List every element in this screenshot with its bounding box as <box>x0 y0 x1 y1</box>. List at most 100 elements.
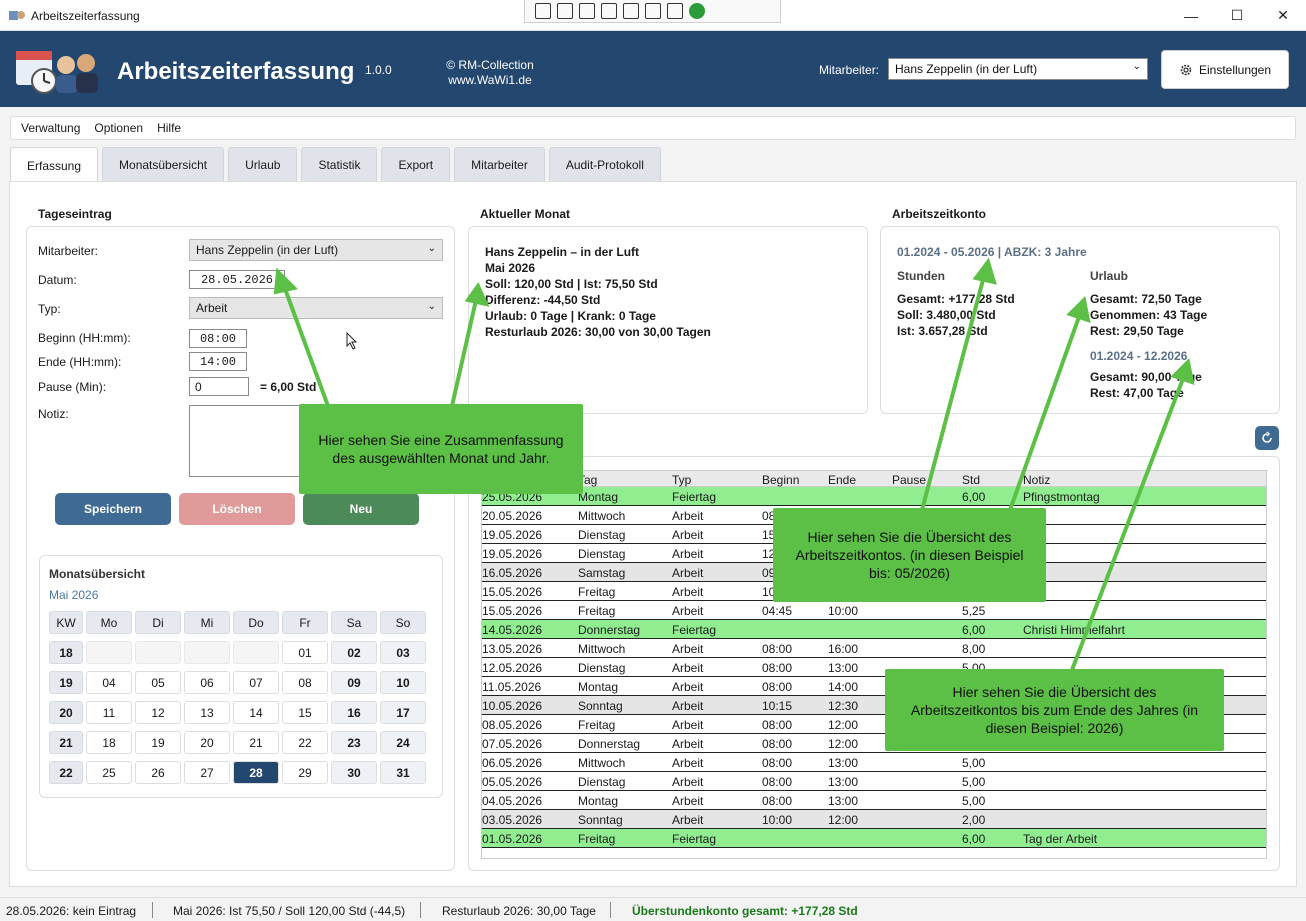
calendar-day[interactable]: 31 <box>380 761 426 784</box>
calendar-day[interactable]: 20 <box>184 731 230 754</box>
tab-statistik[interactable]: Statistik <box>301 147 378 181</box>
calendar-day[interactable]: 22 <box>282 731 328 754</box>
calendar-day[interactable]: 04 <box>86 671 132 694</box>
check-icon[interactable] <box>689 3 705 19</box>
maximize-button[interactable]: ☐ <box>1214 0 1260 31</box>
table-cell: 12:00 <box>828 718 859 732</box>
entry-employee-select[interactable]: Hans Zeppelin (in der Luft) ⌄ <box>189 239 443 261</box>
table-row[interactable]: 01.05.2026 Freitag Feiertag 6,00 Tag der Arb… <box>482 829 1266 848</box>
close-button[interactable]: ✕ <box>1260 0 1306 31</box>
tab-audit-protokoll[interactable]: Audit-Protokoll <box>548 147 661 181</box>
table-cell: Dienstag <box>578 547 626 561</box>
calendar-day[interactable]: 01 <box>282 641 328 664</box>
calendar-week-number: 18 <box>49 641 83 664</box>
type-select[interactable]: Arbeit ⌄ <box>189 297 443 319</box>
table-row[interactable]: 03.05.2026 Sonntag Arbeit 10:00 12:00 2,00 <box>482 810 1266 829</box>
hours-soll: Soll: 3.480,00 Std <box>897 308 996 322</box>
calendar-day[interactable]: 07 <box>233 671 279 694</box>
pointer-icon[interactable] <box>579 3 595 19</box>
table-cell: 04:45 <box>762 604 793 618</box>
calendar-week-number: 21 <box>49 731 83 754</box>
tab-monatsuebersicht[interactable]: Monatsübersicht <box>102 147 225 181</box>
entry-employee-label: Mitarbeiter: <box>38 244 99 258</box>
employee-select[interactable]: Hans Zeppelin (in der Luft) ⌄ <box>888 58 1148 80</box>
menu-optionen[interactable]: Optionen <box>94 121 143 135</box>
calendar-day[interactable]: 05 <box>135 671 181 694</box>
calendar-day[interactable]: 21 <box>233 731 279 754</box>
delete-button[interactable]: Löschen <box>179 493 295 525</box>
calendar-day[interactable]: 27 <box>184 761 230 784</box>
settings-button[interactable]: Einstellungen <box>1161 50 1289 89</box>
table-row[interactable]: 05.05.2026 Dienstag Arbeit 08:00 13:00 5,00 <box>482 772 1266 791</box>
tab-mitarbeiter[interactable]: Mitarbeiter <box>454 147 545 181</box>
calendar-day[interactable]: 15 <box>282 701 328 724</box>
table-cell: Freitag <box>578 585 616 599</box>
column-header[interactable]: Ende <box>828 473 856 487</box>
calendar-day[interactable]: 02 <box>331 641 377 664</box>
calendar-day[interactable]: 30 <box>331 761 377 784</box>
table-row[interactable]: 25.05.2026 Montag Feiertag 6,00 Pfingstmonta… <box>482 487 1266 506</box>
start-input[interactable]: 08:00 <box>189 329 247 348</box>
menu-verwaltung[interactable]: Verwaltung <box>21 121 80 135</box>
table-row[interactable]: 04.05.2026 Montag Arbeit 08:00 13:00 5,00 <box>482 791 1266 810</box>
calendar-day[interactable]: 16 <box>331 701 377 724</box>
tab-urlaub[interactable]: Urlaub <box>228 147 298 181</box>
calendar-day[interactable]: 18 <box>86 731 132 754</box>
calendar-day <box>135 641 181 664</box>
calendar-day[interactable]: 10 <box>380 671 426 694</box>
calendar-day[interactable]: 08 <box>282 671 328 694</box>
table-cell: Tag der Arbeit <box>1023 832 1098 846</box>
calendar-day[interactable]: 06 <box>184 671 230 694</box>
status-separator <box>610 902 611 918</box>
frame-icon[interactable] <box>601 3 617 19</box>
binding-icon[interactable] <box>645 3 661 19</box>
table-cell: Mittwoch <box>578 642 626 656</box>
column-header[interactable]: Beginn <box>762 473 799 487</box>
column-header[interactable]: Pause <box>892 473 926 487</box>
app-title: Arbeitszeiterfassung <box>117 58 355 85</box>
calendar-day[interactable]: 03 <box>380 641 426 664</box>
tab-export[interactable]: Export <box>381 147 451 181</box>
calendar-week-number: 22 <box>49 761 83 784</box>
calendar-day[interactable]: 12 <box>135 701 181 724</box>
website-link[interactable]: www.WaWi1.de <box>430 73 550 88</box>
layout-icon[interactable] <box>623 3 639 19</box>
calendar-day[interactable]: 25 <box>86 761 132 784</box>
video-icon[interactable] <box>557 3 573 19</box>
date-input[interactable]: 28.05.2026 <box>189 270 285 289</box>
calendar-day[interactable]: 14 <box>233 701 279 724</box>
table-cell: 06.05.2026 <box>482 756 543 770</box>
calendar-day[interactable]: 29 <box>282 761 328 784</box>
table-cell: 08.05.2026 <box>482 718 543 732</box>
accessibility-icon[interactable] <box>667 3 683 19</box>
calendar-day[interactable]: 24 <box>380 731 426 754</box>
table-cell: Feiertag <box>672 490 717 504</box>
calendar-day[interactable]: 13 <box>184 701 230 724</box>
calendar-day-selected[interactable]: 28 <box>233 761 279 784</box>
tab-erfassung[interactable]: Erfassung <box>10 147 99 183</box>
settings-label: Einstellungen <box>1198 62 1272 77</box>
select-element-icon[interactable] <box>535 3 551 19</box>
menu-hilfe[interactable]: Hilfe <box>157 121 181 135</box>
calendar-day[interactable]: 23 <box>331 731 377 754</box>
end-input[interactable]: 14:00 <box>189 352 247 371</box>
callout-account: Hier sehen Sie die Übersicht des Arbeits… <box>773 508 1046 602</box>
calendar-day[interactable]: 17 <box>380 701 426 724</box>
calendar-day[interactable]: 09 <box>331 671 377 694</box>
table-row[interactable]: 13.05.2026 Mittwoch Arbeit 08:00 16:00 8,00 <box>482 639 1266 658</box>
column-header[interactable]: Notiz <box>1023 473 1050 487</box>
new-button[interactable]: Neu <box>303 493 419 525</box>
table-row[interactable]: 14.05.2026 Donnerstag Feiertag 6,00 Christi … <box>482 620 1266 639</box>
table-row[interactable]: 06.05.2026 Mittwoch Arbeit 08:00 13:00 5,00 <box>482 753 1266 772</box>
calendar-day[interactable]: 26 <box>135 761 181 784</box>
calendar-day[interactable]: 19 <box>135 731 181 754</box>
column-header[interactable]: Typ <box>672 473 691 487</box>
save-button[interactable]: Speichern <box>55 493 171 525</box>
pause-input[interactable]: 0 <box>189 377 249 396</box>
calendar-day[interactable]: 11 <box>86 701 132 724</box>
window-title: Arbeitszeiterfassung <box>31 9 140 23</box>
column-header[interactable]: Std <box>962 473 980 487</box>
refresh-button[interactable] <box>1255 426 1279 450</box>
minimize-button[interactable]: — <box>1168 0 1214 31</box>
table-row[interactable]: 15.05.2026 Freitag Arbeit 04:45 10:00 5,25 <box>482 601 1266 620</box>
